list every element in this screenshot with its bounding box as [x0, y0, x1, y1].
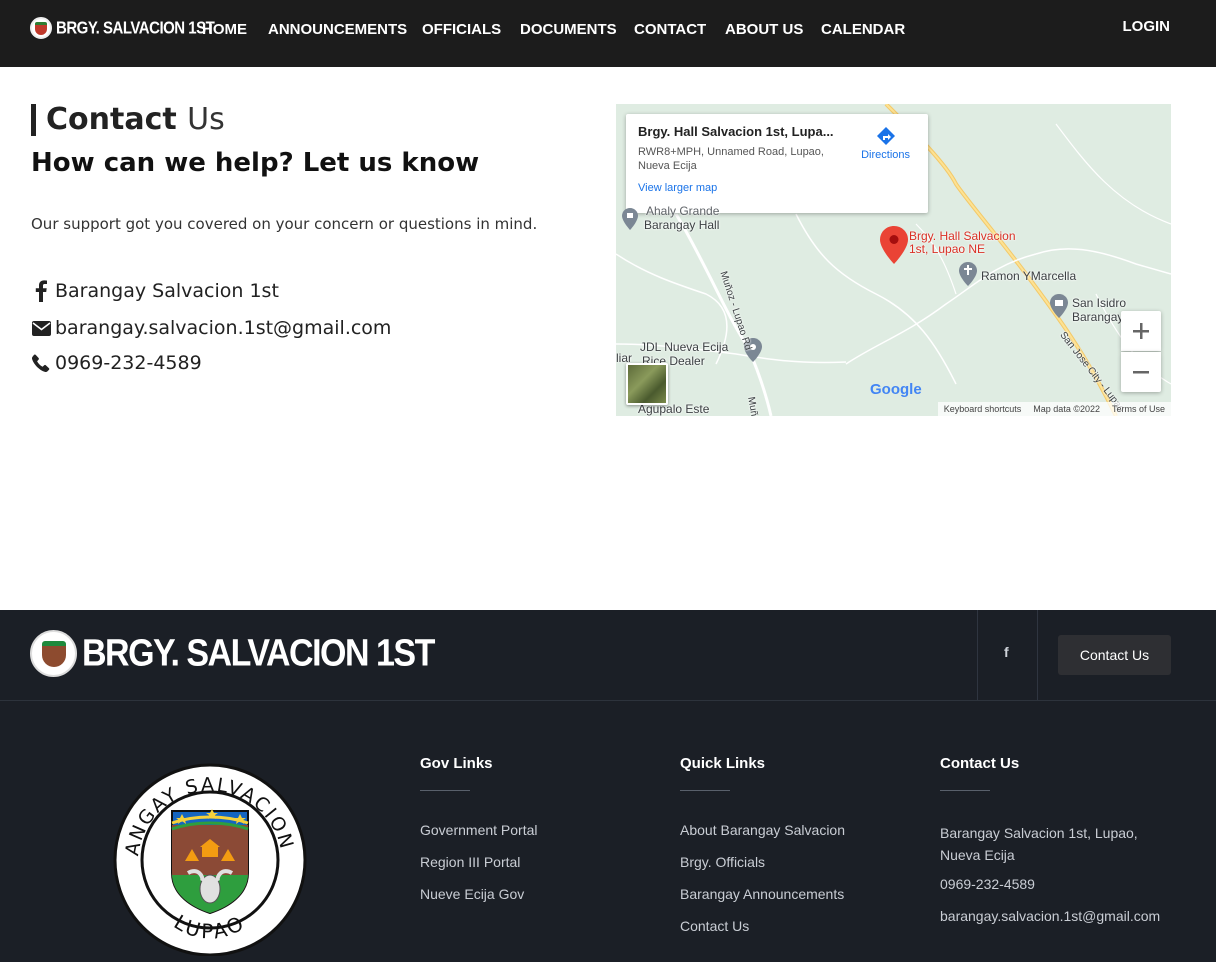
- plus-icon: [1133, 323, 1149, 339]
- footer-divider: [977, 610, 978, 700]
- satellite-view-toggle[interactable]: [626, 363, 668, 405]
- footer-brand-name: BRGY. SALVACION 1ST: [82, 631, 435, 675]
- facebook-icon: [31, 280, 51, 302]
- gov-links-column: Gov Links Government Portal Region III P…: [420, 755, 538, 918]
- quick-links-heading: Quick Links: [680, 755, 766, 772]
- map-attribution: Keyboard shortcuts Map data ©2022 Terms …: [937, 402, 1171, 416]
- footer-top-bar: BRGY. SALVACION 1ST f Contact Us: [0, 610, 1216, 701]
- barangay-seal-large: BARANGAY SALVACION 1ST LUPAO: [110, 763, 307, 956]
- gov-link-region-iii-portal[interactable]: Region III Portal: [420, 854, 538, 870]
- footer-phone[interactable]: 0969-232-4589: [940, 876, 1210, 892]
- login-link[interactable]: LOGIN: [1123, 18, 1171, 35]
- quick-link-announcements[interactable]: Barangay Announcements: [680, 886, 845, 902]
- map-place-address: RWR8+MPH, Unnamed Road, Lupao, Nueva Eci…: [638, 146, 824, 172]
- quick-link-contact[interactable]: Contact Us: [680, 918, 845, 934]
- footer-contact-heading: Contact Us: [940, 755, 1020, 772]
- map-label-ramon: Ramon YMarcella: [981, 269, 1077, 283]
- zoom-out-button[interactable]: [1121, 352, 1161, 392]
- heading-underline: [680, 790, 730, 791]
- nav-announcements[interactable]: ANNOUNCEMENTS: [268, 21, 407, 38]
- map-data-text: Map data ©2022: [1033, 404, 1100, 414]
- nav-calendar[interactable]: CALENDAR: [821, 21, 905, 38]
- brand-name: BRGY. SALVACION 1ST: [56, 18, 215, 38]
- gov-link-nueva-ecija-gov[interactable]: Nueve Ecija Gov: [420, 886, 538, 902]
- map-place-card: Brgy. Hall Salvacion 1st, Lupa... RWR8+M…: [626, 114, 928, 213]
- nav-home[interactable]: HOME: [202, 21, 247, 38]
- map-label-ahaly: Ahaly Grande: [646, 204, 720, 218]
- heading-underline: [940, 790, 990, 791]
- quick-link-officials[interactable]: Brgy. Officials: [680, 854, 845, 870]
- directions-label: Directions: [861, 149, 910, 161]
- footer-facebook-icon[interactable]: f: [1004, 644, 1009, 660]
- nav-documents[interactable]: DOCUMENTS: [520, 21, 617, 38]
- map-place-title: Brgy. Hall Salvacion 1st, Lupa...: [638, 124, 834, 139]
- page-title-bold: Contact: [46, 102, 177, 137]
- directions-button[interactable]: Directions: [861, 126, 910, 161]
- email-address: barangay.salvacion.1st@gmail.com: [55, 317, 392, 339]
- view-larger-map-link[interactable]: View larger map: [638, 182, 916, 194]
- pin-label-line2: 1st, Lupao NE: [909, 242, 986, 256]
- map-label-jdl: JDL Nueva Ecija: [640, 340, 729, 354]
- footer-brand-link[interactable]: BRGY. SALVACION 1ST: [30, 630, 435, 677]
- phone-number: 0969-232-4589: [55, 352, 202, 374]
- hall-pin-icon: [1050, 294, 1068, 318]
- facebook-page-name: Barangay Salvacion 1st: [55, 280, 279, 302]
- quick-link-about[interactable]: About Barangay Salvacion: [680, 822, 845, 838]
- zoom-in-button[interactable]: [1121, 311, 1161, 351]
- gov-links-heading: Gov Links: [420, 755, 493, 772]
- section-lead-text: Our support got you covered on your conc…: [31, 215, 538, 233]
- footer-contact-button[interactable]: Contact Us: [1058, 635, 1171, 675]
- barangay-seal-icon: [30, 17, 52, 39]
- top-navbar: BRGY. SALVACION 1ST HOME ANNOUNCEMENTS O…: [0, 0, 1216, 67]
- civic-pin-icon: [622, 208, 638, 230]
- heading-underline: [420, 790, 470, 791]
- footer-divider: [1037, 610, 1038, 700]
- page-title-light: Us: [187, 102, 225, 137]
- location-pin-icon[interactable]: [880, 226, 908, 264]
- directions-icon: [876, 127, 895, 145]
- church-pin-icon: [959, 262, 977, 286]
- footer-email[interactable]: barangay.salvacion.1st@gmail.com: [940, 908, 1210, 924]
- map-label-barangay-hall: Barangay Hall: [644, 218, 720, 232]
- google-logo: Google: [870, 381, 922, 398]
- nav-about-us[interactable]: ABOUT US: [725, 21, 803, 38]
- nav-contact[interactable]: CONTACT: [634, 21, 706, 38]
- envelope-icon: [31, 320, 51, 336]
- footer-address: Barangay Salvacion 1st, Lupao, Nueva Eci…: [940, 825, 1138, 863]
- minus-icon: [1133, 371, 1149, 374]
- footer-main: BARANGAY SALVACION 1ST LUPAO Gov Links G…: [0, 701, 1216, 962]
- page-title: Contact Us: [31, 104, 225, 136]
- phone-contact-row[interactable]: 0969-232-4589: [31, 352, 202, 374]
- gov-link-government-portal[interactable]: Government Portal: [420, 822, 538, 838]
- footer-contact-column: Contact Us Barangay Salvacion 1st, Lupao…: [940, 755, 1210, 940]
- footer-seal-icon: [30, 630, 77, 677]
- email-contact-row[interactable]: barangay.salvacion.1st@gmail.com: [31, 317, 391, 339]
- terms-of-use-link[interactable]: Terms of Use: [1112, 404, 1165, 414]
- quick-links-column: Quick Links About Barangay Salvacion Brg…: [680, 755, 845, 950]
- keyboard-shortcuts-link[interactable]: Keyboard shortcuts: [944, 404, 1022, 414]
- brand-logo-link[interactable]: BRGY. SALVACION 1ST: [30, 17, 215, 39]
- google-map-embed[interactable]: Brgy. Hall Salvacion 1st, Lupa... RWR8+M…: [616, 104, 1171, 416]
- section-subtitle: How can we help? Let us know: [31, 148, 480, 178]
- facebook-contact-row[interactable]: Barangay Salvacion 1st: [31, 280, 279, 302]
- map-label-san-isidro: San Isidro: [1072, 296, 1127, 310]
- google-logo-text: Google: [870, 381, 922, 398]
- phone-icon: [31, 354, 51, 372]
- nav-officials[interactable]: OFFICIALS: [422, 21, 501, 38]
